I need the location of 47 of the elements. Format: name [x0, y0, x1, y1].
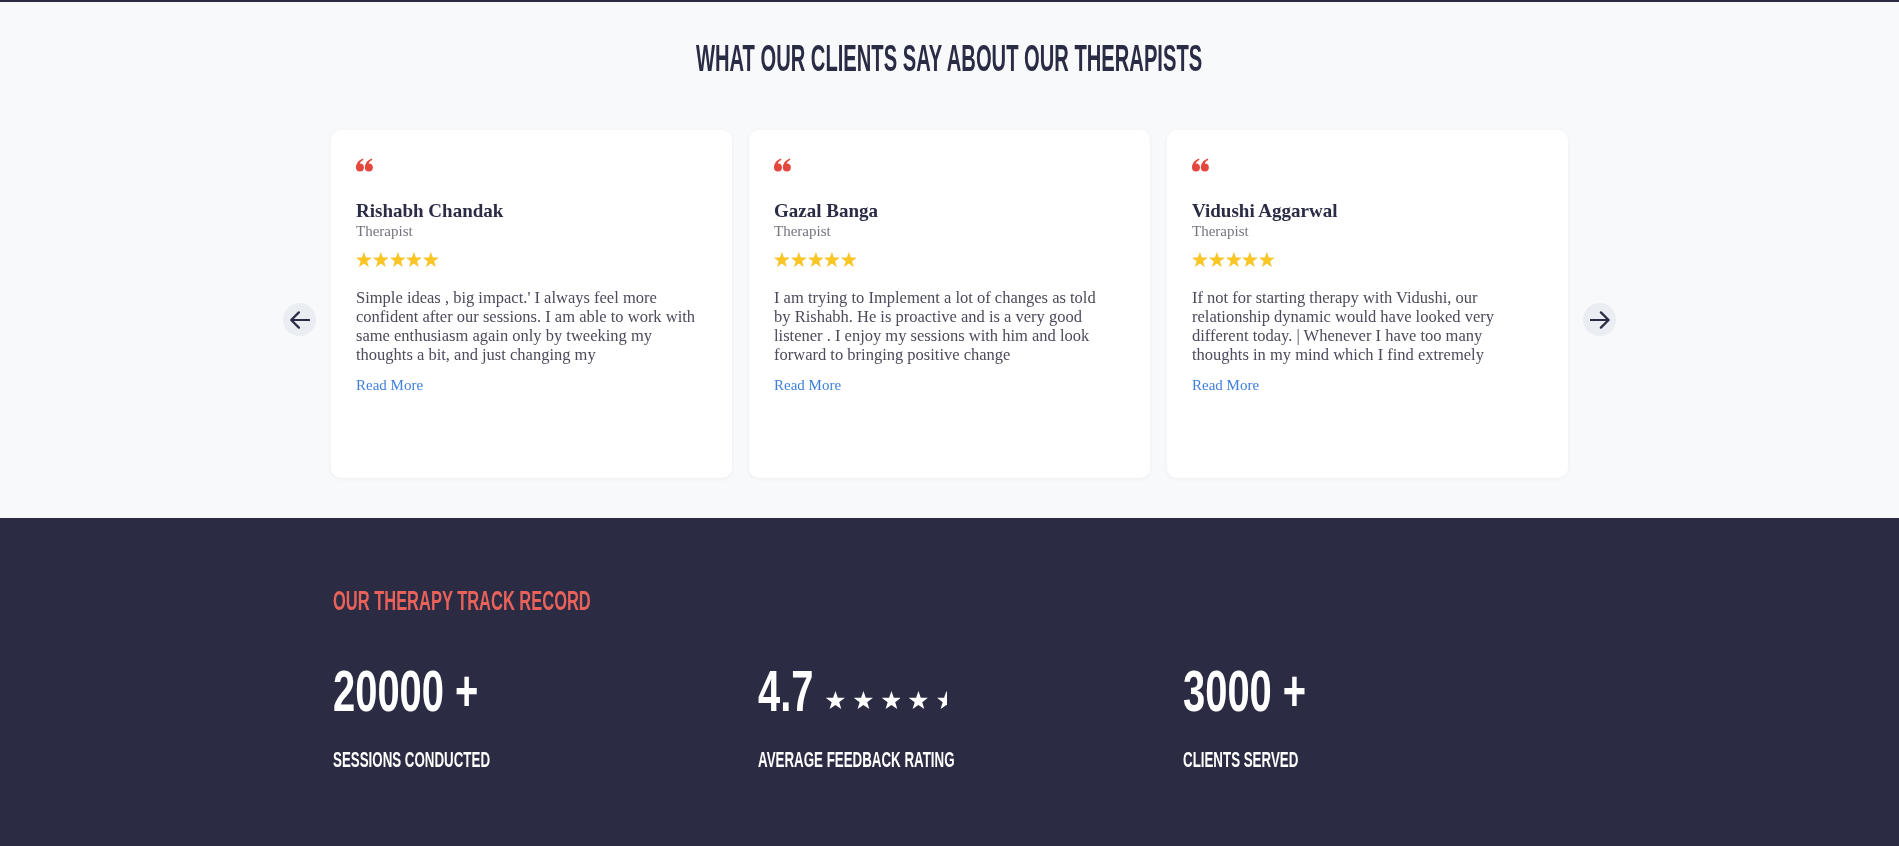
section-title: WHAT OUR CLIENTS SAY ABOUT OUR THERAPISTS	[696, 41, 1203, 77]
star-icon	[825, 691, 845, 709]
track-record-heading: OUR THERAPY TRACK RECORD	[333, 588, 591, 615]
star-icon	[1192, 252, 1208, 267]
stat-value: 3000 +	[1183, 663, 1307, 720]
left-arrow-icon	[289, 310, 310, 329]
star-icon	[389, 252, 406, 267]
quote-icon	[774, 158, 791, 172]
star-icon	[372, 252, 389, 267]
star-icon	[853, 691, 873, 709]
testimonial-text: If not for starting therapy with Vidushi, our relationship dynamic would have looked very different today. | Whenever I have too many thoughts in my mind which I find extremely	[1192, 288, 1495, 364]
star-icon	[824, 252, 840, 267]
quote-icon	[1192, 158, 1209, 172]
star-icon	[881, 691, 901, 709]
right-arrow-icon	[1589, 310, 1610, 329]
reviewer-role: Therapist	[774, 222, 831, 240]
reviewer-role: Therapist	[356, 222, 413, 240]
next-button[interactable]	[1583, 303, 1616, 336]
read-more-link[interactable]: Read More	[774, 376, 842, 394]
reviewer-name: Gazal Banga	[774, 200, 878, 222]
star-icon	[1208, 252, 1225, 267]
star-icon	[937, 691, 947, 709]
star-icon	[1225, 252, 1242, 267]
stat-value: 20000 +	[333, 663, 479, 720]
reviewer-role: Therapist	[1192, 222, 1249, 240]
stat-value: 4.7	[758, 663, 814, 720]
star-icon	[1242, 252, 1258, 267]
previous-button[interactable]	[283, 303, 316, 336]
read-more-link[interactable]: Read More	[356, 376, 424, 394]
star-icon	[790, 252, 807, 267]
star-icon	[406, 252, 422, 267]
star-icon	[807, 252, 824, 267]
star-icon	[1259, 252, 1275, 267]
star-icon	[774, 252, 790, 267]
star-icon	[356, 252, 372, 267]
reviewer-name: Vidushi Aggarwal	[1192, 200, 1338, 222]
stat-label: SESSIONS CONDUCTED	[333, 748, 490, 771]
quote-icon	[356, 158, 373, 172]
star-icon	[423, 252, 439, 267]
star-icon	[841, 252, 857, 267]
testimonial-text: Simple ideas , big impact.' I always feel more confident after our sessions. I am able to work with same enthusiasm again only by tweeking my thoughts a bit, and just changing my	[356, 288, 696, 364]
read-more-link[interactable]: Read More	[1192, 376, 1260, 394]
reviewer-name: Rishabh Chandak	[356, 200, 504, 222]
stat-label: AVERAGE FEEDBACK RATING	[758, 748, 955, 771]
star-icon	[909, 691, 929, 709]
testimonial-text: I am trying to Implement a lot of changes as told by Rishabh. He is proactive and is a very good listener . I enjoy my sessions with him and look forward to bringing positive change	[774, 288, 1097, 364]
stat-label: CLIENTS SERVED	[1183, 748, 1299, 771]
